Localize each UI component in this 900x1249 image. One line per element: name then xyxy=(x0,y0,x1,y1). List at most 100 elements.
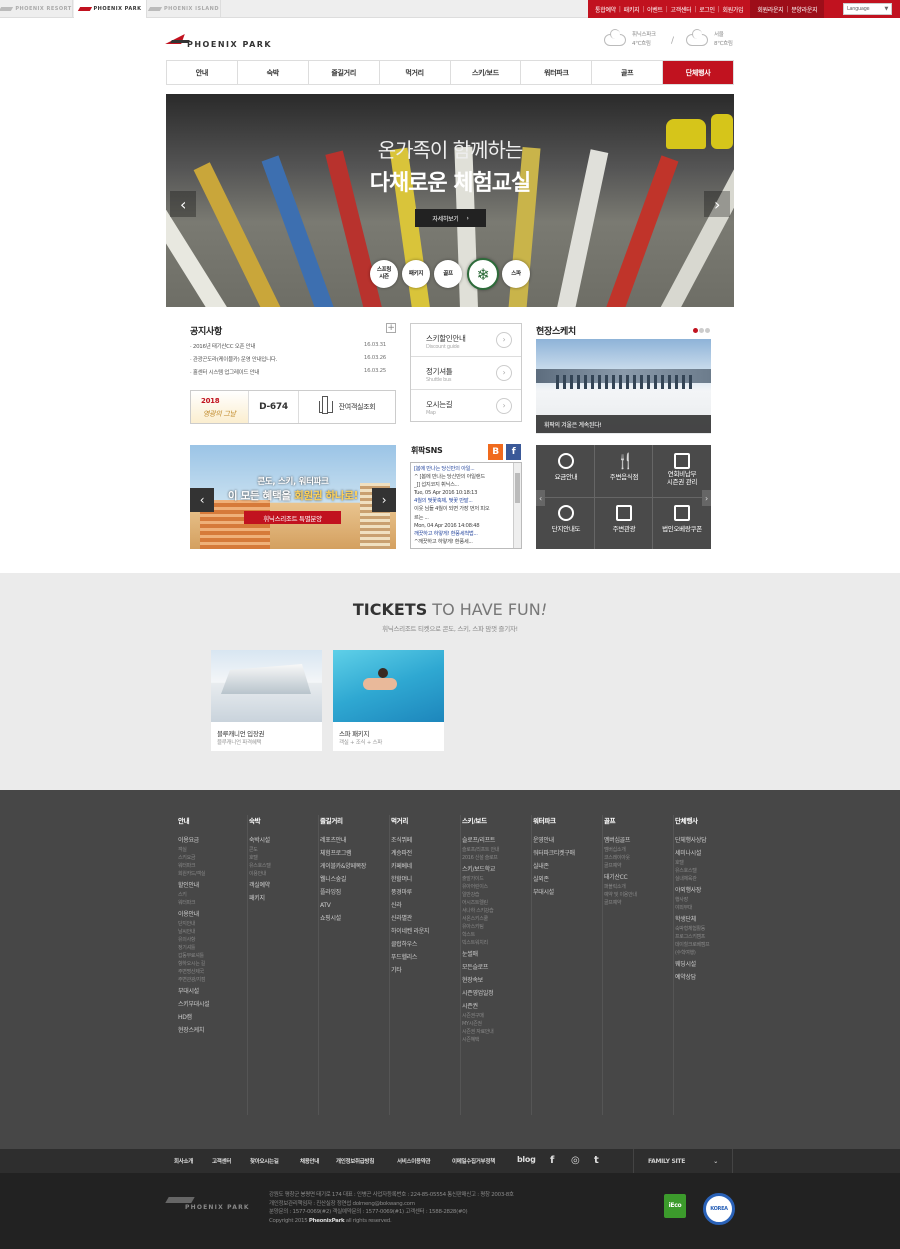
sitemap-heading[interactable]: 단체행사 xyxy=(675,815,745,825)
util-link-support[interactable]: 고객센터 xyxy=(667,5,694,14)
sitemap-heading[interactable]: 워터파크 xyxy=(533,815,602,825)
sitemap-sublink[interactable]: 유스호스텔 xyxy=(675,867,745,875)
util-link-signup[interactable]: 회원가입 xyxy=(719,5,746,14)
sitemap-link[interactable]: 카페베네 xyxy=(391,862,460,872)
facebook-icon[interactable]: f xyxy=(550,1155,554,1166)
sitemap-heading[interactable]: 즐길거리 xyxy=(320,815,389,825)
footer-link-privacy[interactable]: 개인정보취급방침 xyxy=(336,1157,374,1165)
sitemap-sublink[interactable]: 워터파크 xyxy=(178,899,247,907)
sitemap-link[interactable]: 레포츠안내 xyxy=(320,836,389,846)
sitemap-sublink[interactable]: 빅스트워치리 xyxy=(462,939,531,947)
sitemap-sublink[interactable]: MY시즌권 xyxy=(462,1020,531,1028)
sitemap-link[interactable]: 스키부대시설 xyxy=(178,1000,247,1010)
sitemap-sublink[interactable]: 퍼블릭소개 xyxy=(604,883,673,891)
sitemap-link[interactable]: 신라별관 xyxy=(391,914,460,924)
sitemap-link[interactable]: 풍경마루 xyxy=(391,888,460,898)
sitemap-sublink[interactable]: 야외무대 xyxy=(675,904,745,912)
sitemap-link[interactable]: 이용안내 xyxy=(178,910,247,920)
instagram-icon[interactable]: ◎ xyxy=(571,1155,580,1166)
sitemap-sublink[interactable]: 호텔 xyxy=(675,859,745,867)
sitemap-link[interactable]: 웰니스숲길 xyxy=(320,875,389,885)
sns-line[interactable]: [봄에 만나는 당신만의 아일... xyxy=(414,465,510,473)
util-link-login[interactable]: 로그인 xyxy=(696,5,718,14)
sitemap-link[interactable]: 학생단체 xyxy=(675,915,745,925)
util-link-booking[interactable]: 통합예약 xyxy=(592,5,619,14)
sitemap-link[interactable]: 클럽하우스 xyxy=(391,940,460,950)
sitemap-sublink[interactable]: 유스호스텔 xyxy=(249,862,318,870)
sns-line[interactable]: 깨끗하고 하얗게! 환풍세척법... xyxy=(414,530,510,538)
sitemap-link[interactable]: 예약상담 xyxy=(675,973,745,983)
sitemap-link[interactable]: 숙박시설 xyxy=(249,836,318,846)
sitemap-sublink[interactable]: 프로그스키캠프 xyxy=(675,933,745,941)
notice-more-button[interactable]: + xyxy=(386,323,396,333)
site-tab-phoenix-park[interactable]: PHOENIX PARK xyxy=(74,0,147,18)
sitemap-sublink[interactable]: 회원카드/객실 xyxy=(178,870,247,878)
sitemap-link[interactable]: 쇼핑시설 xyxy=(320,914,389,924)
sitemap-sublink[interactable]: 콘도 xyxy=(249,846,318,854)
sitemap-link[interactable]: 멤버십골프 xyxy=(604,836,673,846)
sitemap-link[interactable]: 할인안내 xyxy=(178,881,247,891)
sitemap-sublink[interactable]: 이용안내 xyxy=(249,870,318,878)
nav-dining[interactable]: 먹거리 xyxy=(380,61,451,84)
nav-group-events[interactable]: 단체행사 xyxy=(663,61,733,84)
sitemap-heading[interactable]: 골프 xyxy=(604,815,673,825)
sitemap-link[interactable]: 슬로프/리프트 xyxy=(462,836,531,846)
sketch-dot[interactable] xyxy=(705,328,710,333)
footer-link-about[interactable]: 회사소개 xyxy=(174,1157,193,1165)
quick-link-ski-discount[interactable]: 스키할인안내 Discount guide › xyxy=(411,324,521,357)
sitemap-sublink[interactable]: 객실 xyxy=(178,846,247,854)
sitemap-link[interactable]: 운영안내 xyxy=(533,836,602,846)
footer-link-support[interactable]: 고객센터 xyxy=(212,1157,231,1165)
footer-link-terms[interactable]: 서비스이용약관 xyxy=(397,1157,431,1165)
sitemap-link[interactable]: 현장속보 xyxy=(462,976,531,986)
sitemap-sublink[interactable]: 골프예약 xyxy=(604,899,673,907)
sitemap-heading[interactable]: 안내 xyxy=(178,815,247,825)
sitemap-sublink[interactable]: 일반강습 xyxy=(462,891,531,899)
sketch-dot[interactable] xyxy=(699,328,704,333)
sitemap-sublink[interactable]: 항하오시는 길 xyxy=(178,960,247,968)
sitemap-link[interactable]: 현장스케치 xyxy=(178,1026,247,1036)
sitemap-sublink[interactable]: 서나하 스키강습 xyxy=(462,907,531,915)
sitemap-sublink[interactable]: 스키 xyxy=(178,891,247,899)
sns-scrollbar[interactable] xyxy=(513,463,521,548)
sitemap-link[interactable]: 실외존 xyxy=(533,875,602,885)
sitemap-sublink[interactable]: 슬로프/리프트 안내 xyxy=(462,846,531,854)
hero-tab-spring-season[interactable]: 스프링 시즌 xyxy=(370,260,398,288)
quick-link-map[interactable]: 오시는길 Map › xyxy=(411,390,521,423)
sitemap-link[interactable]: 객실예약 xyxy=(249,881,318,891)
sitemap-sublink[interactable]: 시즌권 자료안내 xyxy=(462,1028,531,1036)
hero-next-button[interactable]: › xyxy=(704,191,730,217)
twitter-icon[interactable]: t xyxy=(594,1155,599,1166)
sitemap-link[interactable]: 웨딩시설 xyxy=(675,960,745,970)
grid-tourism[interactable]: 주변관광 xyxy=(596,497,652,549)
sitemap-sublink[interactable]: 호텔 xyxy=(249,854,318,862)
family-site-select[interactable]: FAMILY SITE ⌄ xyxy=(633,1149,733,1173)
sitemap-sublink[interactable]: 데이힐크로베캠프 xyxy=(675,941,745,949)
sitemap-sublink[interactable]: 시즌권구매 xyxy=(462,1012,531,1020)
sns-line[interactable]: 4월의 벚꽃축제, 벚꽃 만발... xyxy=(414,497,510,505)
grid-prev-button[interactable]: ‹ xyxy=(536,490,545,506)
banner-next-button[interactable]: › xyxy=(372,488,396,512)
sitemap-sublink[interactable]: 주변명산제국 xyxy=(178,968,247,976)
hero-tab-active[interactable]: ❄ xyxy=(467,258,499,290)
sitemap-sublink[interactable]: 2016 신설 슬로프 xyxy=(462,854,531,862)
sitemap-link[interactable]: 눈썰매 xyxy=(462,950,531,960)
grid-next-button[interactable]: › xyxy=(702,490,711,506)
site-tab-phoenix-island[interactable]: PHOENIX ISLAND xyxy=(147,0,221,18)
sitemap-link[interactable]: 계승파전 xyxy=(391,849,460,859)
sitemap-sublink[interactable]: 숙박형체험활동 xyxy=(675,925,745,933)
hero-tab-golf[interactable]: 골프 xyxy=(434,260,462,288)
ticket-card-spa[interactable]: 스파 패키지 객실 + 조식 + 스파 xyxy=(333,650,444,751)
sitemap-heading[interactable]: 숙박 xyxy=(249,815,318,825)
hero-tab-spa[interactable]: 스파 xyxy=(502,260,530,288)
hero-prev-button[interactable]: ‹ xyxy=(170,191,196,217)
footer-link-email-policy[interactable]: 이메일수집거부정책 xyxy=(452,1157,495,1165)
sitemap-link[interactable]: 야외행사장 xyxy=(675,886,745,896)
sitemap-sublink[interactable]: 행사장 xyxy=(675,896,745,904)
sitemap-link[interactable]: 플라잉짐 xyxy=(320,888,389,898)
sitemap-sublink[interactable]: 날씨안내 xyxy=(178,928,247,936)
sitemap-link[interactable]: 푸드헬리스 xyxy=(391,953,460,963)
language-select[interactable]: Language ▼ xyxy=(843,3,892,15)
banner-prev-button[interactable]: ‹ xyxy=(190,488,214,512)
quick-link-shuttle[interactable]: 정기셔틀 Shuttle bus › xyxy=(411,357,521,390)
